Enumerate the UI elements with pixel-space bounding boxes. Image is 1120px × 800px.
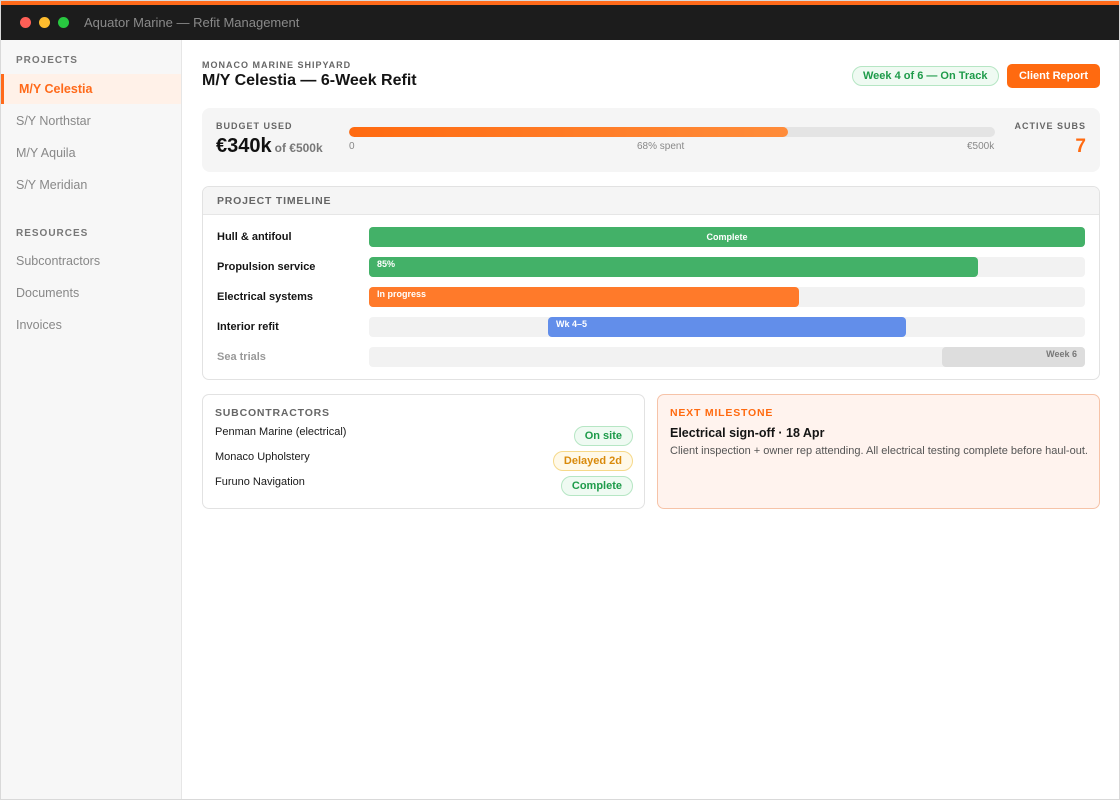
- timeline-task-label: Propulsion service: [217, 261, 316, 273]
- sidebar-item-meridian[interactable]: S/Y Meridian: [1, 170, 181, 200]
- timeline-track: 85%: [369, 257, 1085, 277]
- close-window-button[interactable]: [20, 17, 31, 28]
- next-milestone-card: NEXT MILESTONE Electrical sign-off · 18 …: [657, 394, 1100, 509]
- timeline-bar: Wk 4–5: [548, 317, 906, 337]
- timeline-row[interactable]: Sea trials Week 6: [203, 347, 1099, 367]
- sidebar-item-northstar[interactable]: S/Y Northstar: [1, 106, 181, 136]
- budget-progress-track: [349, 127, 995, 137]
- subcontractors-heading: SUBCONTRACTORS: [215, 407, 330, 419]
- client-report-button[interactable]: Client Report: [1007, 64, 1100, 88]
- timeline-row[interactable]: Interior refit Wk 4–5: [203, 317, 1099, 337]
- budget-percent-label: 68% spent: [637, 141, 685, 152]
- budget-spent-value: €340k: [216, 135, 272, 157]
- sidebar-item-aquila[interactable]: M/Y Aquila: [1, 138, 181, 168]
- timeline-bar: 85%: [369, 257, 978, 277]
- timeline-bar: Complete: [369, 227, 1085, 247]
- sidebar-item-invoices[interactable]: Invoices: [1, 310, 181, 340]
- timeline-task-label: Interior refit: [217, 321, 279, 333]
- subcontractor-status-badge: Complete: [560, 476, 633, 496]
- budget-amount: €340k of €500k: [216, 135, 323, 158]
- subcontractor-name: Penman Marine (electrical): [215, 426, 347, 438]
- subcontractor-name: Furuno Navigation: [215, 476, 305, 488]
- subcontractors-card: SUBCONTRACTORS Penman Marine (electrical…: [202, 394, 645, 509]
- subcontractor-row[interactable]: Penman Marine (electrical) On site: [215, 426, 633, 446]
- active-subs-label: ACTIVE SUBS: [1014, 121, 1086, 131]
- budget-card: BUDGET USED €340k of €500k 0 68% spent €5…: [202, 108, 1100, 172]
- timeline-track: Wk 4–5: [369, 317, 1085, 337]
- timeline-task-label: Sea trials: [217, 351, 266, 363]
- budget-progress-fill: [349, 127, 789, 137]
- timeline-bar: Week 6: [942, 347, 1085, 367]
- window-title: Aquator Marine — Refit Management: [84, 15, 300, 30]
- timeline-bar-label: Week 6: [1046, 349, 1077, 359]
- budget-total: of €500k: [274, 141, 323, 155]
- timeline-row[interactable]: Hull & antifoul Complete: [203, 227, 1099, 247]
- subcontractor-name: Monaco Upholstery: [215, 451, 310, 463]
- timeline-heading: PROJECT TIMELINE: [203, 187, 1099, 215]
- timeline-row[interactable]: Propulsion service 85%: [203, 257, 1099, 277]
- milestone-description: Client inspection + owner rep attending.…: [670, 445, 1088, 457]
- sidebar-item-subcontractors[interactable]: Subcontractors: [1, 246, 181, 276]
- subcontractor-status-badge: On site: [573, 426, 633, 446]
- page-title: M/Y Celestia — 6-Week Refit: [202, 72, 417, 89]
- sidebar-heading-projects: PROJECTS: [16, 55, 78, 66]
- title-bar: Aquator Marine — Refit Management: [1, 5, 1119, 40]
- budget-scale-max: €500k: [967, 141, 995, 152]
- timeline-task-label: Electrical systems: [217, 291, 314, 303]
- app-window: Aquator Marine — Refit Management PROJEC…: [0, 0, 1120, 800]
- project-timeline: PROJECT TIMELINE Hull & antifoul Complete…: [202, 186, 1100, 380]
- timeline-track: Complete: [369, 227, 1085, 247]
- status-badge: Week 4 of 6 — On Track: [852, 66, 999, 86]
- timeline-bar-label: In progress: [377, 289, 427, 299]
- timeline-bar-label: Wk 4–5: [556, 319, 588, 329]
- sidebar-item-celestia[interactable]: M/Y Celestia: [1, 74, 181, 104]
- budget-scale-min: 0: [349, 141, 355, 152]
- sidebar-heading-resources: RESOURCES: [16, 228, 89, 239]
- timeline-track: In progress: [369, 287, 1085, 307]
- maximize-window-button[interactable]: [58, 17, 69, 28]
- timeline-task-label: Hull & antifoul: [217, 231, 292, 243]
- sidebar: PROJECTS M/Y Celestia S/Y Northstar M/Y …: [1, 40, 182, 799]
- subcontractor-row[interactable]: Monaco Upholstery Delayed 2d: [215, 451, 633, 471]
- subcontractor-status-badge: Delayed 2d: [552, 451, 633, 471]
- timeline-bar-label: 85%: [377, 259, 396, 269]
- active-subs-count: 7: [1075, 136, 1086, 157]
- milestone-heading: NEXT MILESTONE: [670, 407, 774, 419]
- budget-label: BUDGET USED: [216, 121, 293, 131]
- timeline-bar-label: Complete: [706, 232, 748, 242]
- timeline-row[interactable]: Electrical systems In progress: [203, 287, 1099, 307]
- sidebar-item-documents[interactable]: Documents: [1, 278, 181, 308]
- milestone-title: Electrical sign-off · 18 Apr: [670, 426, 825, 440]
- shipyard-name: MONACO MARINE SHIPYARD: [202, 60, 352, 70]
- timeline-bar: In progress: [369, 287, 799, 307]
- subcontractor-row[interactable]: Furuno Navigation Complete: [215, 476, 633, 496]
- timeline-track: Week 6: [369, 347, 1085, 367]
- minimize-window-button[interactable]: [39, 17, 50, 28]
